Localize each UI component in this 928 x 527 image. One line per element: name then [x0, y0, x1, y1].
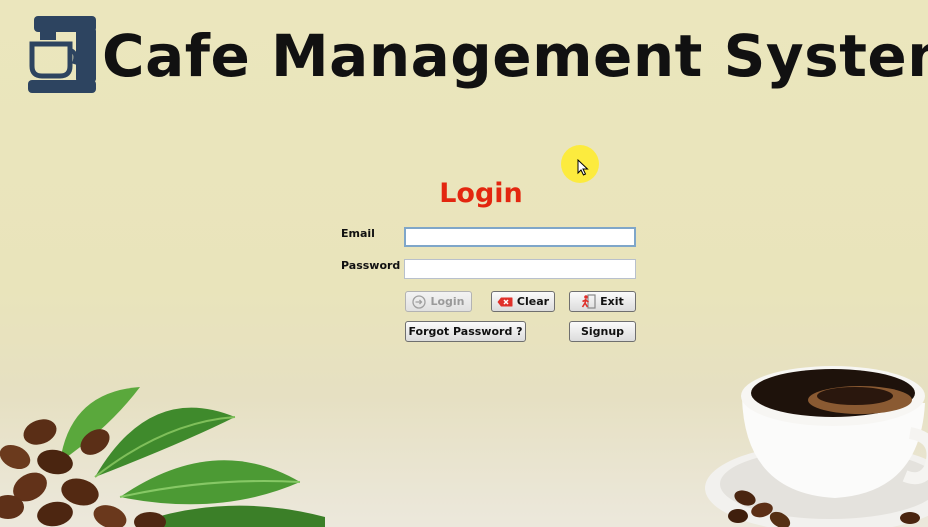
forgot-password-button[interactable]: Forgot Password ?: [405, 321, 526, 342]
coffee-cup-image: [705, 366, 928, 527]
clear-button-label: Clear: [516, 295, 550, 308]
signup-button-label: Signup: [580, 325, 625, 338]
exit-button[interactable]: Exit: [569, 291, 636, 312]
clear-icon: [497, 297, 513, 306]
login-heading: Login: [439, 178, 523, 209]
email-label: Email: [341, 227, 375, 240]
password-label: Password: [341, 259, 401, 272]
mouse-cursor: [561, 145, 599, 183]
coffee-maker-icon: [28, 16, 96, 93]
app-title: Cafe Management System: [102, 22, 928, 90]
exit-door-icon: [581, 294, 596, 309]
login-button[interactable]: Login: [405, 291, 472, 312]
email-input[interactable]: [404, 227, 636, 247]
forgot-password-label: Forgot Password ?: [408, 325, 523, 338]
login-button-label: Login: [430, 295, 465, 308]
clear-button[interactable]: Clear: [491, 291, 555, 312]
exit-button-label: Exit: [600, 295, 624, 308]
signup-button[interactable]: Signup: [569, 321, 636, 342]
password-input[interactable]: [404, 259, 636, 279]
app-header: Cafe Management System: [22, 12, 928, 98]
coffee-beans-leaves-image: [0, 387, 325, 527]
cursor-arrow-icon: [577, 159, 589, 176]
login-arrow-icon: [412, 294, 427, 309]
